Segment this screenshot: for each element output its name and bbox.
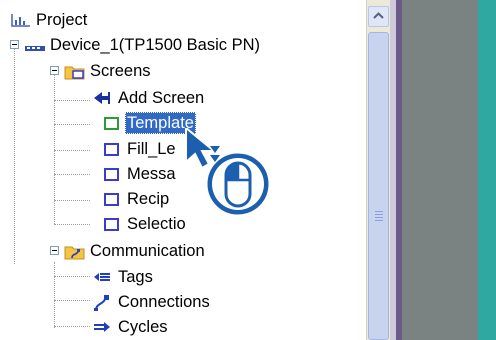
screen-icon xyxy=(104,217,119,231)
click-indicator-overlay xyxy=(182,125,282,224)
tree-item-communication-folder[interactable]: Communication xyxy=(64,239,207,263)
thumb-grip xyxy=(375,220,383,221)
tree-line xyxy=(54,262,55,328)
screen-icon xyxy=(104,142,119,156)
communication-folder-icon xyxy=(64,243,85,260)
tree-line xyxy=(54,300,90,301)
tree-item-label: Communication xyxy=(90,242,205,260)
hmi-device-icon xyxy=(24,37,45,53)
collapse-toggle[interactable] xyxy=(50,246,59,255)
tree-line xyxy=(54,326,90,327)
tree-scrollbar[interactable] xyxy=(366,0,391,340)
add-screen-icon xyxy=(92,90,112,106)
template-screen-icon xyxy=(104,116,119,130)
collapse-toggle[interactable] xyxy=(50,66,59,75)
tree-item-label: Recip xyxy=(127,190,170,208)
tags-icon xyxy=(92,269,112,285)
tree-item-project[interactable]: Project xyxy=(10,8,89,32)
tree-item-connections[interactable]: Connections xyxy=(92,290,212,314)
tree-item-label: Cycles xyxy=(118,318,168,336)
tree-item-label: Project xyxy=(36,11,88,29)
connections-icon xyxy=(92,294,112,311)
thumb-grip xyxy=(375,217,383,218)
pointer-arrow-icon xyxy=(185,125,217,170)
scroll-thumb[interactable] xyxy=(368,32,389,340)
tree-item-label: Device_1(TP1500 Basic PN) xyxy=(50,36,261,54)
tree-line xyxy=(54,276,90,277)
thumb-grip xyxy=(375,211,383,212)
tree-item-device[interactable]: Device_1(TP1500 Basic PN) xyxy=(24,33,262,57)
tree-line xyxy=(54,224,90,225)
screens-folder-icon xyxy=(64,63,85,80)
tree-line xyxy=(54,200,90,201)
tree-item-screen[interactable]: Messa xyxy=(102,162,178,186)
tree-line xyxy=(54,74,55,224)
work-area-edge xyxy=(478,0,496,340)
tree-line xyxy=(54,150,90,151)
cycles-icon xyxy=(92,319,112,335)
screen-icon xyxy=(104,167,119,181)
tree-line xyxy=(54,174,90,175)
tree-item-label: Add Screen xyxy=(118,89,205,107)
thumb-grip xyxy=(375,214,383,215)
tree-item-label: Screens xyxy=(90,62,151,80)
tree-item-label: Fill_Le xyxy=(127,140,176,158)
tree-line xyxy=(14,44,15,264)
tree-item-label: Tags xyxy=(118,268,153,286)
scroll-up-button[interactable] xyxy=(368,6,389,27)
tree-item-screen[interactable]: Recip xyxy=(102,187,171,211)
tree-item-label: Connections xyxy=(118,293,210,311)
screen-icon xyxy=(104,192,119,206)
mouse-left-click-icon xyxy=(204,146,272,218)
chevron-up-icon xyxy=(373,12,384,19)
project-icon xyxy=(10,12,30,28)
tree-item-screen[interactable]: Fill_Le xyxy=(102,137,178,161)
tree-item-label: Messa xyxy=(127,165,176,183)
tree-item-cycles[interactable]: Cycles xyxy=(92,315,170,339)
tree-item-add-screen[interactable]: Add Screen xyxy=(92,86,206,110)
tree-item-screens-folder[interactable]: Screens xyxy=(64,59,153,83)
tree-item-label: Selectio xyxy=(127,215,186,233)
tree-item-tags[interactable]: Tags xyxy=(92,265,155,289)
collapse-toggle[interactable] xyxy=(10,40,19,49)
tree-item-screen[interactable]: Selectio xyxy=(102,212,188,236)
tree-line xyxy=(54,100,90,101)
tree-line xyxy=(54,124,90,125)
